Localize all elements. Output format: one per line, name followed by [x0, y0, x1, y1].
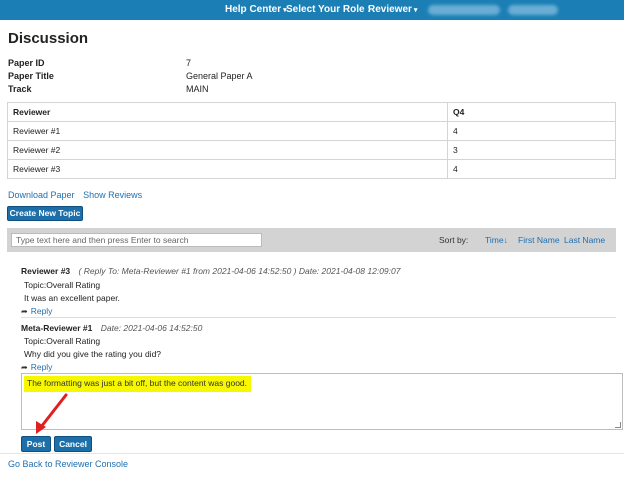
q4-cell: 4 [447, 121, 616, 141]
redacted-user-name [428, 5, 500, 15]
sort-time-link[interactable]: Time↓ [485, 235, 508, 245]
reviewer-column-header: Reviewer [7, 102, 448, 122]
reviewer-cell: Reviewer #2 [7, 140, 448, 160]
sort-by-label: Sort by: [439, 235, 469, 245]
sort-first-name-link[interactable]: First Name [518, 235, 560, 245]
reply-link[interactable]: ➦ Reply [21, 362, 52, 372]
reply-text-highlighted: The formatting was just a bit off, but t… [24, 376, 251, 392]
comment-text: It was an excellent paper. [24, 293, 120, 303]
reply-textarea[interactable]: The formatting was just a bit off, but t… [21, 373, 623, 430]
paper-id-value: 7 [186, 58, 192, 68]
select-role-label: Select Your Role : [286, 4, 371, 15]
comment-meta: ( Reply To: Meta-Reviewer #1 from 2021-0… [78, 266, 401, 276]
q4-cell: 4 [447, 159, 616, 179]
comment-header: Meta-Reviewer #1 Date: 2021-04-06 14:52:… [21, 323, 202, 333]
reviewer-cell: Reviewer #3 [7, 159, 448, 179]
page-title: Discussion [8, 30, 89, 47]
table-row: Reviewer #1 4 [7, 121, 616, 141]
table-row: Reviewer #2 3 [7, 140, 616, 160]
paper-links: Download Paper Show Reviews [8, 190, 142, 200]
sort-down-arrow-icon: ↓ [503, 235, 508, 245]
redacted-menu-item [508, 5, 558, 15]
comment-topic: Topic:Overall Rating [24, 336, 101, 346]
table-row: Reviewer #3 4 [7, 159, 616, 179]
sort-last-name-link[interactable]: Last Name [564, 235, 605, 245]
track-value: MAIN [186, 84, 209, 94]
paper-title-value: General Paper A [186, 71, 253, 81]
table-header-row: Reviewer Q4 [7, 102, 616, 122]
search-input[interactable] [11, 233, 262, 247]
comment-author: Meta-Reviewer #1 [21, 323, 93, 333]
reply-arrow-icon: ➦ [21, 307, 28, 316]
comment-author: Reviewer #3 [21, 266, 71, 276]
role-menu[interactable]: Reviewer ▾ [368, 4, 417, 15]
show-reviews-link[interactable]: Show Reviews [83, 190, 142, 200]
paper-title-label: Paper Title [8, 71, 54, 81]
comment-header: Reviewer #3 ( Reply To: Meta-Reviewer #1… [21, 266, 400, 276]
cancel-button[interactable]: Cancel [54, 436, 92, 452]
help-center-label: Help Center [225, 4, 282, 15]
reviews-table: Reviewer Q4 Reviewer #1 4 Reviewer #2 3 … [7, 102, 616, 179]
q4-cell: 3 [447, 140, 616, 160]
reply-label: Reply [30, 362, 53, 372]
caret-down-icon: ▾ [413, 7, 418, 14]
back-to-reviewer-console-link[interactable]: Go Back to Reviewer Console [8, 459, 128, 469]
comment-topic: Topic:Overall Rating [24, 280, 101, 290]
reply-arrow-icon: ➦ [21, 363, 28, 372]
q4-column-header: Q4 [447, 102, 616, 122]
help-center-menu[interactable]: Help Center ▾ [225, 4, 287, 15]
reply-link[interactable]: ➦ Reply [21, 306, 52, 316]
post-button[interactable]: Post [21, 436, 51, 452]
create-new-topic-button[interactable]: Create New Topic [7, 206, 83, 221]
search-sort-bar: Sort by: Time↓ First Name Last Name [7, 228, 616, 252]
role-label: Reviewer [368, 4, 412, 15]
sort-time-label: Time [485, 235, 504, 245]
footer-divider [0, 453, 624, 454]
top-nav-bar: Help Center ▾ Select Your Role : Reviewer… [0, 0, 624, 20]
download-paper-link[interactable]: Download Paper [8, 190, 75, 200]
resize-grip-icon[interactable] [615, 422, 621, 428]
track-label: Track [8, 84, 32, 94]
reply-label: Reply [30, 306, 53, 316]
comment-text: Why did you give the rating you did? [24, 349, 162, 359]
comment-meta: Date: 2021-04-06 14:52:50 [100, 323, 203, 333]
reviewer-cell: Reviewer #1 [7, 121, 448, 141]
paper-id-label: Paper ID [8, 58, 45, 68]
comment-divider [21, 317, 616, 318]
